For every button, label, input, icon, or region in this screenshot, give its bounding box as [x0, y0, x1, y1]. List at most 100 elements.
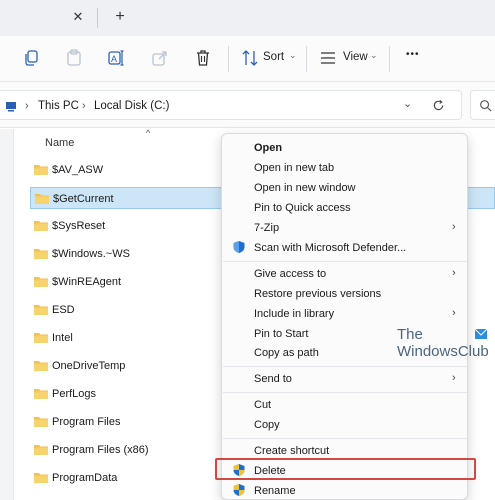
column-header-name[interactable]: Name — [45, 137, 74, 149]
toolbar-divider — [228, 46, 229, 72]
file-row[interactable]: $WinREAgent — [30, 271, 230, 293]
menu-item-pin-quick-access[interactable]: Pin to Quick access — [254, 202, 351, 214]
file-row[interactable]: $AV_ASW — [30, 159, 230, 181]
folder-icon — [34, 277, 48, 287]
file-name: $SysReset — [52, 220, 106, 232]
folder-icon — [34, 249, 48, 259]
menu-item-copy-as-path[interactable]: Copy as path — [254, 347, 319, 359]
paste-icon[interactable] — [64, 48, 84, 68]
windowsclub-logo-icon — [474, 328, 488, 339]
search-box[interactable] — [470, 90, 495, 120]
file-name: Program Files (x86) — [52, 444, 149, 456]
folder-icon — [34, 361, 48, 371]
menu-divider — [223, 438, 467, 439]
menu-divider — [223, 261, 467, 262]
sort-button[interactable]: Sort — [263, 51, 284, 63]
address-dropdown-icon[interactable]: ⌄ — [403, 97, 412, 110]
share-icon[interactable] — [150, 48, 170, 68]
breadcrumb-this-pc[interactable]: This PC — [38, 100, 79, 112]
view-button[interactable]: View — [343, 51, 368, 63]
command-bar: A Sort ⌄ View ⌄ ••• — [0, 36, 495, 82]
menu-item-copy[interactable]: Copy — [254, 419, 280, 431]
file-row[interactable]: $SysReset — [30, 215, 230, 237]
menu-item-open[interactable]: Open — [254, 142, 282, 154]
file-row[interactable]: Program Files (x86) — [30, 439, 230, 461]
file-name: Program Files — [52, 416, 121, 428]
submenu-arrow-icon: › — [452, 267, 456, 279]
close-tab-icon[interactable]: ✕ — [70, 9, 86, 25]
tab-divider — [97, 8, 98, 28]
watermark-line-2: WindowsClub — [397, 343, 489, 360]
folder-icon — [34, 473, 48, 483]
folder-icon — [34, 417, 48, 427]
folder-icon — [34, 165, 48, 175]
file-name: $WinREAgent — [52, 276, 122, 288]
file-name: Intel — [52, 332, 73, 344]
folder-icon — [34, 389, 48, 399]
view-icon[interactable] — [318, 48, 338, 68]
file-name: ProgramData — [52, 472, 118, 484]
folder-icon — [35, 194, 49, 204]
toolbar-divider — [306, 46, 307, 72]
menu-item-scan-defender[interactable]: Scan with Microsoft Defender... — [254, 242, 406, 254]
refresh-icon[interactable] — [432, 99, 445, 112]
toolbar-divider — [389, 46, 390, 72]
this-pc-icon — [6, 102, 16, 112]
menu-item-restore-versions[interactable]: Restore previous versions — [254, 288, 381, 300]
file-row[interactable]: PerfLogs — [30, 383, 230, 405]
view-chevron-icon: ⌄ — [370, 50, 378, 60]
admin-shield-icon — [233, 484, 245, 496]
breadcrumb-local-disk[interactable]: Local Disk (C:) — [94, 100, 169, 112]
menu-item-give-access[interactable]: Give access to — [254, 268, 326, 280]
delete-highlight-box — [215, 458, 476, 480]
copy-icon[interactable] — [22, 48, 42, 68]
menu-divider — [223, 392, 467, 393]
file-name: OneDriveTemp — [52, 360, 126, 372]
menu-item-send-to[interactable]: Send to — [254, 373, 292, 385]
context-menu: Open Open in new tab Open in new window … — [221, 133, 468, 500]
file-name: $Windows.~WS — [52, 248, 130, 260]
menu-divider — [223, 366, 467, 367]
navigation-pane[interactable] — [0, 129, 14, 500]
folder-icon — [34, 221, 48, 231]
folder-icon — [34, 333, 48, 343]
tab-bar: ✕ + — [0, 0, 495, 36]
menu-item-include-library[interactable]: Include in library — [254, 308, 334, 320]
file-name: PerfLogs — [52, 388, 97, 400]
sort-icon[interactable] — [240, 48, 260, 68]
file-name: $GetCurrent — [53, 193, 114, 205]
defender-shield-icon — [233, 241, 245, 253]
menu-item-rename[interactable]: Rename — [254, 485, 296, 497]
file-row[interactable]: ESD — [30, 299, 230, 321]
folder-icon — [34, 445, 48, 455]
breadcrumb-separator: › — [25, 100, 29, 112]
menu-item-open-new-window[interactable]: Open in new window — [254, 182, 356, 194]
address-bar: › This PC › Local Disk (C:) ⌄ — [0, 82, 495, 128]
address-box[interactable]: › This PC › Local Disk (C:) ⌄ — [0, 90, 462, 120]
submenu-arrow-icon: › — [452, 372, 456, 384]
breadcrumb-separator: › — [82, 100, 86, 112]
submenu-arrow-icon: › — [452, 307, 456, 319]
delete-icon[interactable] — [193, 48, 213, 68]
submenu-arrow-icon: › — [452, 221, 456, 233]
file-row[interactable]: Program Files — [30, 411, 230, 433]
rename-icon[interactable]: A — [106, 48, 126, 68]
menu-item-open-new-tab[interactable]: Open in new tab — [254, 162, 334, 174]
menu-item-cut[interactable]: Cut — [254, 399, 271, 411]
svg-text:A: A — [111, 54, 117, 64]
file-name: $AV_ASW — [52, 164, 104, 176]
folder-icon — [34, 305, 48, 315]
sort-chevron-icon: ⌄ — [289, 50, 297, 60]
sort-ascending-icon: ^ — [146, 128, 151, 138]
file-row[interactable]: $Windows.~WS — [30, 243, 230, 265]
file-row[interactable]: ProgramData — [30, 467, 230, 489]
new-tab-icon[interactable]: + — [112, 8, 128, 26]
search-icon — [480, 100, 492, 112]
menu-item-pin-start[interactable]: Pin to Start — [254, 328, 308, 340]
file-row[interactable]: Intel — [30, 327, 230, 349]
more-options-icon[interactable]: ••• — [406, 49, 420, 60]
file-name: ESD — [52, 304, 75, 316]
file-row[interactable]: OneDriveTemp — [30, 355, 230, 377]
menu-item-create-shortcut[interactable]: Create shortcut — [254, 445, 329, 457]
menu-item-7zip[interactable]: 7-Zip — [254, 222, 279, 234]
